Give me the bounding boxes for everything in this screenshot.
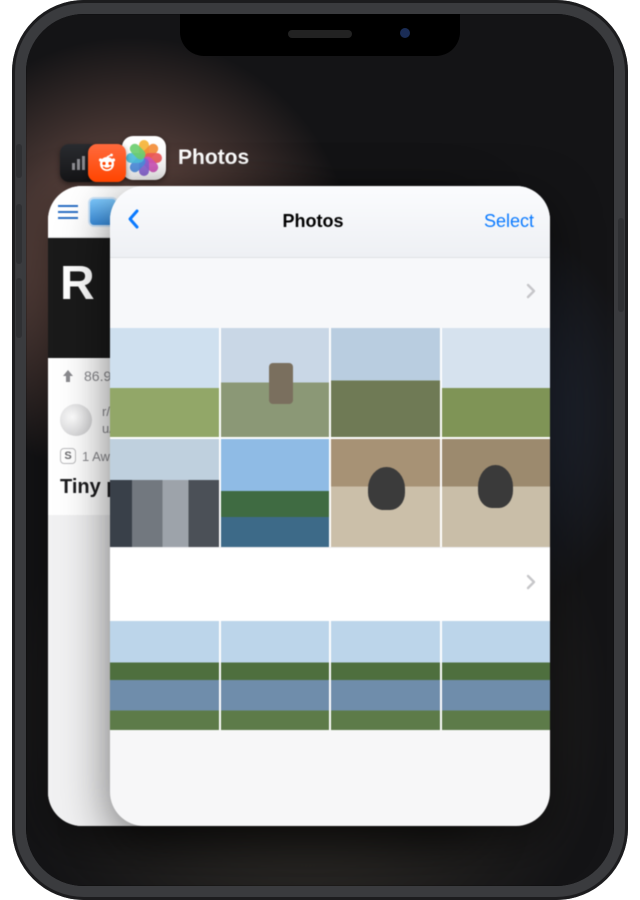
chevron-left-icon: [126, 207, 142, 231]
volume-down-button[interactable]: [16, 278, 22, 338]
back-button[interactable]: [126, 207, 142, 236]
phone-bezel: Photos C R 86.9: [26, 14, 614, 886]
vote-score: 86.9: [84, 368, 111, 384]
switcher-app-name: Photos: [178, 146, 249, 170]
volume-up-button[interactable]: [16, 204, 22, 264]
photos-navbar: Photos Select: [110, 186, 550, 258]
photo-thumbnail[interactable]: [442, 328, 551, 437]
mute-switch[interactable]: [16, 144, 22, 178]
power-button[interactable]: [618, 218, 624, 312]
iphone-frame: Photos C R 86.9: [12, 0, 628, 900]
app-card-photos[interactable]: Photos Select: [110, 186, 550, 826]
photos-section-header[interactable]: [110, 547, 550, 621]
upvote-icon[interactable]: [60, 368, 76, 384]
photo-thumbnail[interactable]: [442, 621, 551, 730]
photo-thumbnail[interactable]: [110, 328, 219, 437]
select-button[interactable]: Select: [484, 211, 534, 232]
photo-thumbnail[interactable]: [221, 328, 330, 437]
speaker-grille: [288, 30, 352, 38]
photo-thumbnail[interactable]: [221, 621, 330, 730]
photo-thumbnail[interactable]: [331, 328, 440, 437]
hamburger-icon[interactable]: [58, 205, 78, 219]
photo-thumbnail[interactable]: [331, 439, 440, 548]
post-banner-letter: R: [60, 257, 95, 310]
photos-grid: [110, 621, 550, 730]
switcher-label-reddit: [60, 144, 126, 182]
switcher-label-photos: Photos: [122, 136, 249, 180]
photos-title: Photos: [282, 211, 343, 232]
photos-icon: [122, 136, 166, 180]
subreddit-avatar: [60, 404, 92, 436]
notch: [180, 14, 460, 56]
reddit-icon: [88, 144, 126, 182]
app-switcher-screen[interactable]: Photos C R 86.9: [26, 14, 614, 886]
photo-thumbnail[interactable]: [331, 621, 440, 730]
photos-section-header[interactable]: [110, 258, 550, 328]
photo-thumbnail[interactable]: [442, 439, 551, 548]
photos-grid: [110, 328, 550, 547]
photo-thumbnail[interactable]: [221, 439, 330, 548]
photo-thumbnail[interactable]: [110, 621, 219, 730]
chevron-right-icon: [526, 283, 536, 304]
photo-thumbnail[interactable]: [110, 439, 219, 548]
award-badge-icon: S: [60, 448, 76, 464]
chevron-right-icon: [526, 574, 536, 595]
